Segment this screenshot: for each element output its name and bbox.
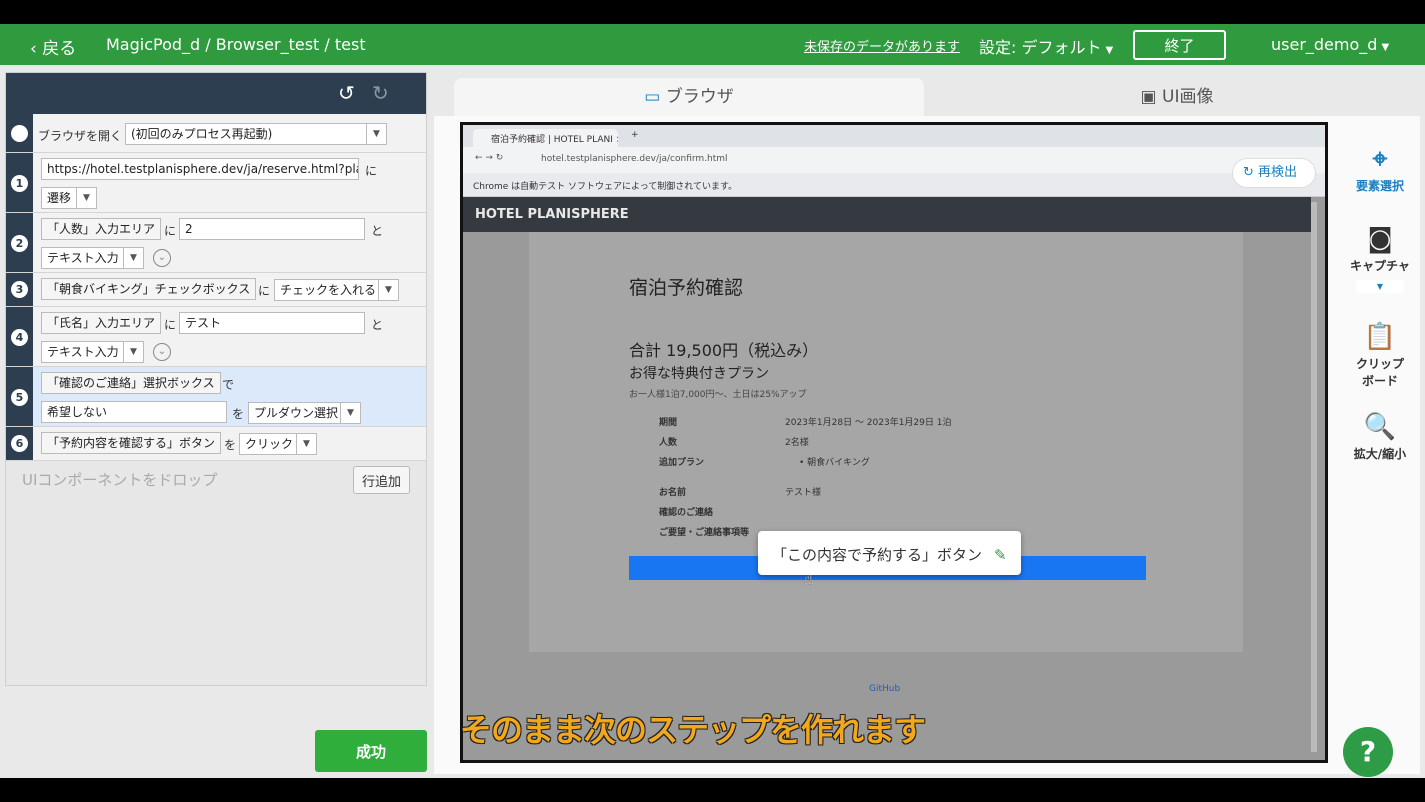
redo-icon[interactable]: ↻ (372, 81, 389, 105)
step-bullet-icon (11, 125, 28, 142)
breadcrumb: MagicPod_d / Browser_test / test (106, 35, 366, 54)
caret-down-icon: ▼ (378, 280, 398, 300)
step-number: 3 (11, 281, 28, 298)
text-input-action-select[interactable]: テキスト入力 ▼ (41, 341, 144, 363)
browser-tab: 宿泊予約確認 | HOTEL PLANI × (473, 129, 618, 147)
capture-expand-icon[interactable]: ▼ (1356, 280, 1404, 293)
add-row-button[interactable]: 行追加 (353, 466, 410, 494)
step-4[interactable]: 4 「氏名」入力エリア に テスト と テキスト入力 ▼ ⌄ (6, 307, 426, 367)
zoom-tool[interactable]: 🔍 拡大/縮小 (1340, 412, 1420, 462)
plan-note: お一人様1泊7,000円〜、土日は25%アップ (629, 390, 807, 400)
caret-down-icon: ▼ (123, 248, 143, 268)
end-button[interactable]: 終了 (1133, 30, 1226, 60)
target-element-tag[interactable]: 「氏名」入力エリア (41, 312, 162, 334)
caret-down-icon: ▼ (1381, 42, 1390, 53)
top-header: ‹ 戻る MagicPod_d / Browser_test / test 未保… (0, 24, 1425, 65)
value-field[interactable]: 2 (179, 218, 365, 240)
help-button[interactable]: ? (1343, 727, 1393, 777)
settings-dropdown[interactable]: 設定: デフォルト ▼ (979, 34, 1113, 58)
value-field[interactable]: テスト (179, 312, 365, 334)
automation-infobar: Chrome は自動テスト ソフトウェアによって制御されています。 × (463, 173, 1325, 197)
step-marker (6, 114, 33, 152)
address-text: hotel.testplanisphere.dev/ja/confirm.htm… (541, 154, 728, 164)
tool-sidebar: ⌖ 要素選択 ◙ キャプチャ ▼ 📋 クリップ ボード 🔍 拡大/縮小 (1340, 144, 1420, 504)
tab-browser[interactable]: ▭ ブラウザ (454, 78, 924, 116)
step-3[interactable]: 3 「朝食バイキング」チェックボックス に チェックを入れる ▼ (6, 273, 426, 307)
target-element-tag[interactable]: 「確認のご連絡」選択ボックス (41, 372, 221, 394)
tab-ui-image[interactable]: ▣ UI画像 (934, 78, 1420, 116)
browser-page: HOTEL PLANISPHERE 宿泊予約確認 合計 19,500円（税込み）… (463, 197, 1325, 760)
step-2[interactable]: 2 「人数」入力エリア に 2 と テキスト入力 ▼ ⌄ (6, 213, 426, 273)
element-tooltip[interactable]: 「この内容で予約する」ボタン ✎ (758, 531, 1021, 575)
navigate-action-select[interactable]: 遷移 ▼ (41, 187, 97, 209)
pulldown-action-select[interactable]: プルダウン選択 ▼ (248, 402, 361, 424)
step-number: 2 (11, 235, 28, 252)
step-label: ブラウザを開く (38, 129, 123, 143)
new-tab-icon: + (631, 130, 639, 140)
target-element-tag[interactable]: 「人数」入力エリア (41, 218, 162, 240)
caret-down-icon: ▼ (296, 434, 316, 454)
caret-down-icon: ▼ (76, 188, 96, 208)
nav-arrows-icon: ← → ↻ (475, 153, 504, 163)
chevron-left-icon: ‹ (30, 39, 43, 59)
user-menu[interactable]: user_demo_d ▼ (1271, 35, 1389, 54)
step-number: 6 (11, 435, 28, 452)
step-6[interactable]: 6 「予約内容を確認する」ボタン を クリック ▼ (6, 427, 426, 461)
app-window: ‹ 戻る MagicPod_d / Browser_test / test 未保… (0, 24, 1425, 778)
undo-icon[interactable]: ↺ (338, 81, 355, 105)
browser-tab-strip: 宿泊予約確認 | HOTEL PLANI × + (463, 125, 1325, 147)
caret-down-icon: ▼ (340, 403, 360, 423)
value-field[interactable]: 希望しない (41, 401, 227, 423)
scrollbar[interactable] (1311, 202, 1317, 752)
camera-icon: ◙ (1367, 224, 1393, 254)
click-action-select[interactable]: クリック ▼ (239, 433, 317, 455)
success-button[interactable]: 成功 (315, 730, 427, 772)
test-script-panel: ↺ ↻ ブラウザを開く (初回のみプロセス再起動) ▼ 1 https://hot… (5, 72, 427, 686)
site-navbar: HOTEL PLANISPHERE (463, 197, 1311, 232)
clipboard-icon: 📋 (1363, 322, 1397, 352)
expand-circle-icon[interactable]: ⌄ (153, 343, 171, 361)
step-1[interactable]: 1 https://hotel.testplanisphere.dev/ja/r… (6, 153, 426, 213)
view-tabs: ▭ ブラウザ ▣ UI画像 (434, 72, 1420, 116)
check-action-select[interactable]: チェックを入れる ▼ (274, 279, 399, 301)
target-element-tag[interactable]: 「朝食バイキング」チェックボックス (41, 278, 257, 300)
drop-zone-hint: UIコンポーネントをドロップ (22, 471, 218, 489)
video-caption: そのまま次のステップを作れます (460, 711, 926, 749)
step-5[interactable]: 5 「確認のご連絡」選択ボックス で 希望しない を プルダウン選択 ▼ (6, 367, 426, 427)
magnifier-icon: 🔍 (1363, 412, 1397, 442)
plan-name: お得な特典付きプラン (629, 366, 769, 382)
step-number: 1 (11, 175, 28, 192)
back-link[interactable]: ‹ 戻る (30, 34, 76, 59)
page-title: 宿泊予約確認 (629, 277, 744, 299)
refresh-icon: ↻ (1243, 165, 1259, 180)
step-number: 4 (11, 329, 28, 346)
caret-down-icon: ▼ (123, 342, 143, 362)
pencil-icon[interactable]: ✎ (994, 546, 1007, 564)
text-input-action-select[interactable]: テキスト入力 ▼ (41, 247, 144, 269)
redetect-button[interactable]: ↻ 再検出 (1232, 158, 1316, 188)
open-option-select[interactable]: (初回のみプロセス再起動) ▼ (125, 123, 387, 145)
browser-stage: 宿泊予約確認 | HOTEL PLANI × + ← → ↻ hotel.tes… (434, 116, 1420, 774)
url-field[interactable]: https://hotel.testplanisphere.dev/ja/res… (41, 158, 359, 180)
unsaved-data-link[interactable]: 未保存のデータがあります (804, 36, 960, 55)
total-price: 合計 19,500円（税込み） (629, 341, 819, 360)
clipboard-tool[interactable]: 📋 クリップ ボード (1340, 322, 1420, 389)
target-element-tag[interactable]: 「予約内容を確認する」ボタン (41, 432, 222, 454)
laptop-icon: ▭ (644, 87, 666, 107)
image-icon: ▣ (1140, 87, 1162, 107)
script-toolbar: ↺ ↻ (6, 73, 426, 114)
crosshair-icon: ⌖ (1372, 144, 1388, 174)
caret-down-icon: ▼ (366, 124, 386, 144)
browser-preview[interactable]: 宿泊予約確認 | HOTEL PLANI × + ← → ↻ hotel.tes… (460, 122, 1328, 763)
caret-down-icon: ▼ (1105, 45, 1114, 56)
browser-address-bar: ← → ↻ hotel.testplanisphere.dev/ja/confi… (463, 147, 1325, 173)
expand-circle-icon[interactable]: ⌄ (153, 249, 171, 267)
step-open-browser[interactable]: ブラウザを開く (初回のみプロセス再起動) ▼ (6, 114, 426, 153)
github-link[interactable]: GitHub (869, 684, 900, 694)
step-number: 5 (11, 389, 28, 406)
capture-tool[interactable]: ◙ キャプチャ ▼ (1340, 224, 1420, 293)
element-select-tool[interactable]: ⌖ 要素選択 (1340, 144, 1420, 194)
